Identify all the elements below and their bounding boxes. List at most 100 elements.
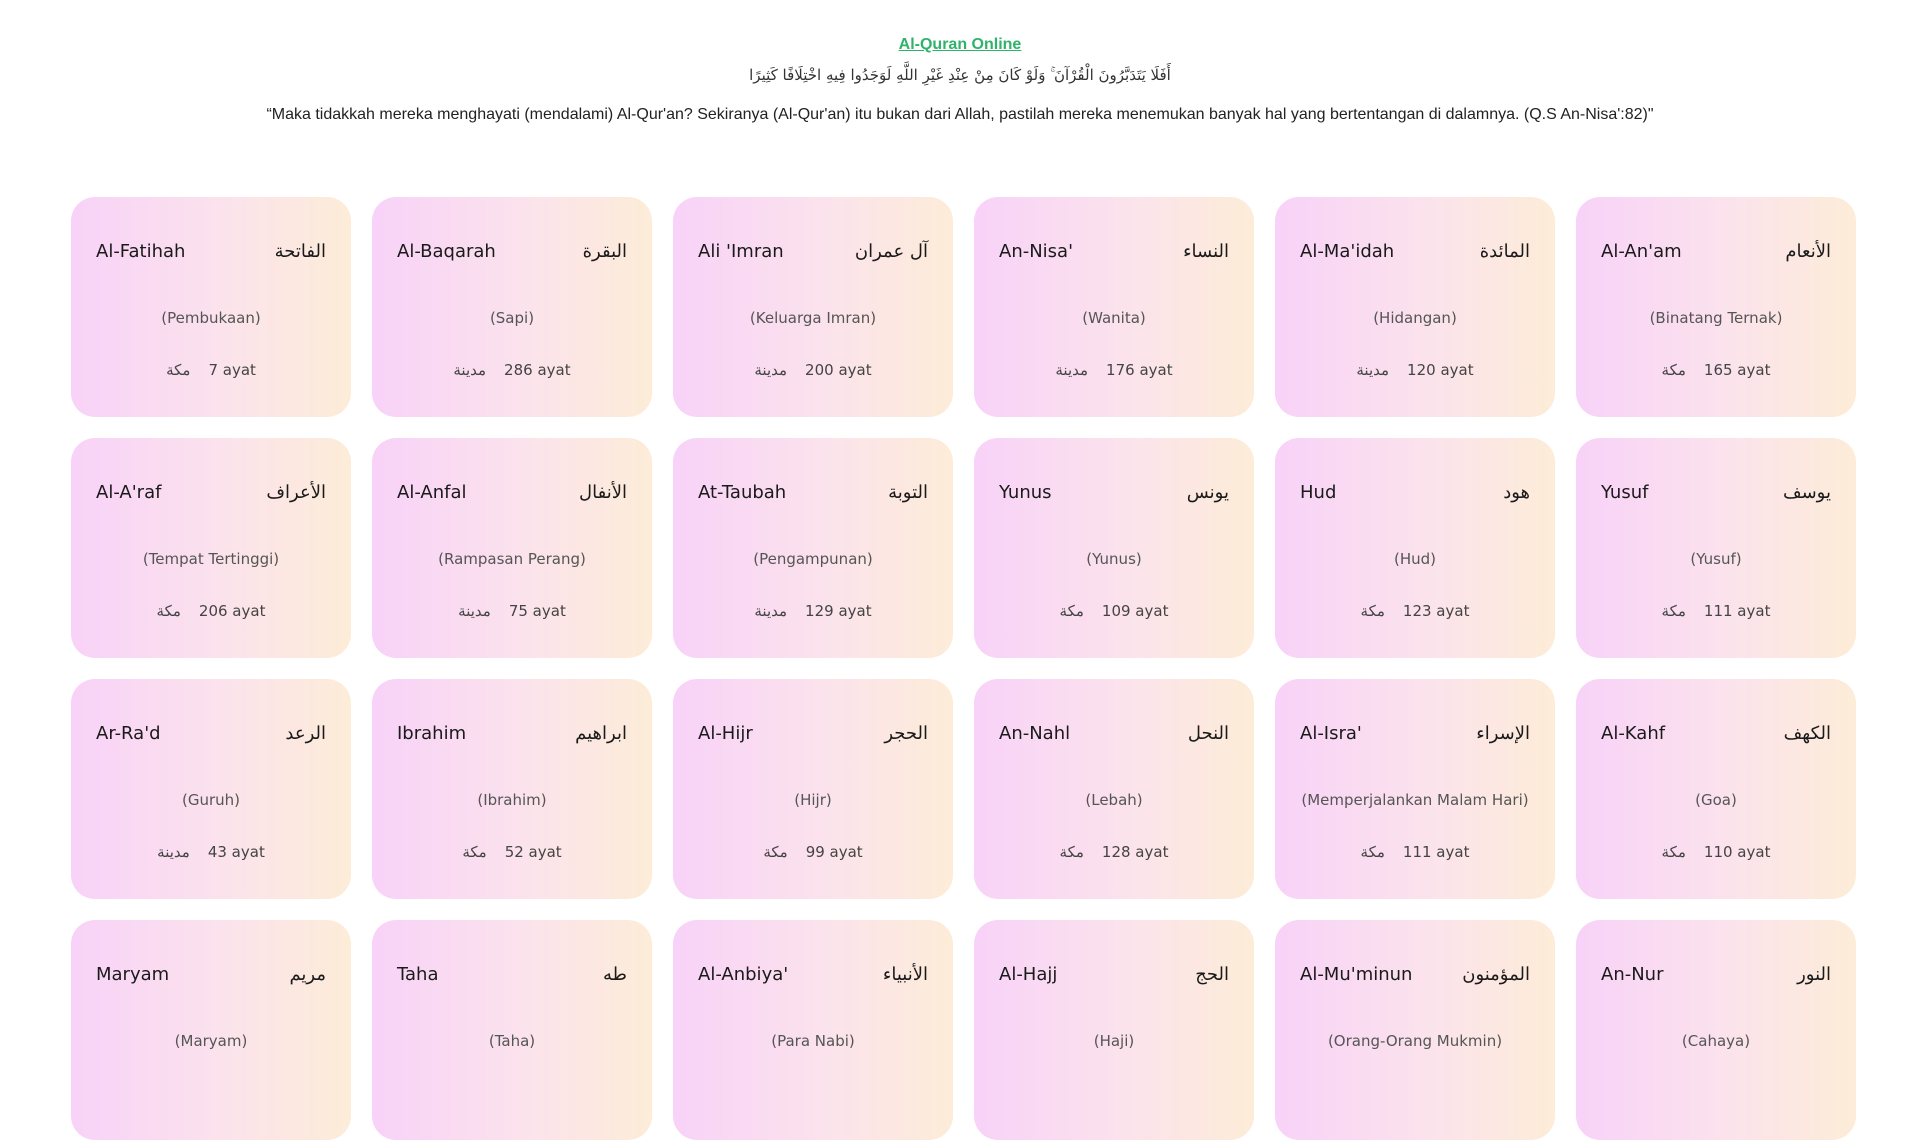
ayat-count: 129 ayat [805, 602, 872, 620]
surah-arabic-name: النور [1797, 964, 1831, 985]
surah-card-header: Yusuf يوسف [1601, 482, 1831, 503]
surah-card[interactable]: Al-Isra' الإسراء (Memperjalankan Malam Har… [1275, 679, 1555, 899]
surah-card[interactable]: Ibrahim ابراهيم (Ibrahim) مكة 52 ayat [372, 679, 652, 899]
surah-latin-name: Al-An'am [1601, 241, 1682, 262]
revelation-place: مكة [1360, 843, 1385, 861]
site-title-link[interactable]: Al-Quran Online [0, 36, 1920, 54]
surah-latin-name: Al-Anfal [397, 482, 467, 503]
surah-card[interactable]: Al-Hajj الحج (Haji) [974, 920, 1254, 1140]
surah-card-header: Al-Kahf الكهف [1601, 723, 1831, 744]
revelation-place: مدينة [1055, 361, 1089, 379]
surah-meta: مكة 52 ayat [372, 843, 652, 861]
ayat-count: 200 ayat [805, 361, 872, 379]
surah-meaning: (Taha) [488, 1032, 536, 1050]
revelation-place: مدينة [453, 361, 487, 379]
surah-meaning: (Lebah) [1085, 791, 1143, 809]
ayat-count: 111 ayat [1703, 602, 1771, 620]
surah-meaning: (Yunus) [1086, 550, 1142, 568]
surah-card-header: Al-Fatihah الفاتحة [96, 241, 326, 262]
surah-latin-name: An-Nur [1601, 964, 1664, 985]
surah-meaning: (Hijr) [794, 791, 832, 809]
surah-card[interactable]: An-Nur النور (Cahaya) [1576, 920, 1856, 1140]
surah-grid: Al-Fatihah الفاتحة (Pembukaan) مكة 7 ayat Al-… [71, 197, 1856, 1140]
surah-arabic-name: المائدة [1479, 241, 1530, 262]
surah-card-header: Hud هود [1300, 482, 1530, 503]
surah-latin-name: Ibrahim [397, 723, 467, 744]
surah-card-header: Al-A'raf الأعراف [96, 482, 326, 503]
surah-meaning: (Binatang Ternak) [1649, 309, 1783, 327]
surah-meaning: (Keluarga Imran) [749, 309, 877, 327]
surah-meta: مدينة 75 ayat [372, 602, 652, 620]
surah-arabic-name: طه [603, 964, 627, 985]
surah-latin-name: An-Nisa' [999, 241, 1074, 262]
revelation-place: مدينة [458, 602, 491, 620]
surah-latin-name: Al-Ma'idah [1300, 241, 1395, 262]
surah-card[interactable]: Al-Anbiya' الأنبياء (Para Nabi) [673, 920, 953, 1140]
surah-meta: مدينة 120 ayat [1275, 361, 1555, 379]
revelation-place: مكة [156, 602, 181, 620]
revelation-place: مكة [462, 843, 487, 861]
surah-card[interactable]: Ar-Ra'd الرعد (Guruh) مدينة 43 ayat [71, 679, 351, 899]
surah-card[interactable]: Al-Ma'idah المائدة (Hidangan) مدينة 120 ayat [1275, 197, 1555, 417]
surah-card-header: Ar-Ra'd الرعد [96, 723, 326, 744]
surah-arabic-name: الحج [1195, 964, 1229, 985]
surah-meta: مكة 110 ayat [1576, 843, 1856, 861]
ayat-count: 75 ayat [508, 602, 566, 620]
surah-card[interactable]: Al-Kahf الكهف (Goa) مكة 110 ayat [1576, 679, 1856, 899]
surah-card[interactable]: Al-A'raf الأعراف (Tempat Tertinggi) مكة 206 … [71, 438, 351, 658]
revelation-place: مكة [763, 843, 788, 861]
surah-meaning: (Tempat Tertinggi) [142, 550, 280, 568]
surah-card-header: Al-Isra' الإسراء [1300, 723, 1530, 744]
surah-card[interactable]: An-Nisa' النساء (Wanita) مدينة 176 ayat [974, 197, 1254, 417]
surah-meta: مكة 128 ayat [974, 843, 1254, 861]
surah-card[interactable]: Yusuf يوسف (Yusuf) مكة 111 ayat [1576, 438, 1856, 658]
ayat-count: 176 ayat [1106, 361, 1173, 379]
surah-meaning: (Haji) [1093, 1032, 1135, 1050]
surah-arabic-name: التوبة [888, 482, 928, 503]
surah-card-header: Yunus يونس [999, 482, 1229, 503]
surah-meta: مكة 111 ayat [1275, 843, 1555, 861]
surah-card[interactable]: Maryam مريم (Maryam) [71, 920, 351, 1140]
surah-card-header: Ibrahim ابراهيم [397, 723, 627, 744]
surah-meta: مكة 111 ayat [1576, 602, 1856, 620]
surah-meaning: (Sapi) [489, 309, 535, 327]
surah-card[interactable]: Al-Hijr الحجر (Hijr) مكة 99 ayat [673, 679, 953, 899]
surah-card-header: An-Nahl النحل [999, 723, 1229, 744]
surah-arabic-name: ابراهيم [575, 723, 627, 744]
surah-arabic-name: يونس [1186, 482, 1229, 503]
surah-card[interactable]: Hud هود (Hud) مكة 123 ayat [1275, 438, 1555, 658]
revelation-place: مدينة [754, 361, 788, 379]
surah-meta: مكة 165 ayat [1576, 361, 1856, 379]
surah-card[interactable]: Al-Anfal الأنفال (Rampasan Perang) مدينة 75 … [372, 438, 652, 658]
surah-card[interactable]: Yunus يونس (Yunus) مكة 109 ayat [974, 438, 1254, 658]
surah-card-header: Al-Baqarah البقرة [397, 241, 627, 262]
surah-arabic-name: النساء [1183, 241, 1229, 262]
surah-meta: مكة 109 ayat [974, 602, 1254, 620]
surah-card[interactable]: Al-Mu'minun المؤمنون (Orang-Orang Mukmin) [1275, 920, 1555, 1140]
surah-latin-name: Ar-Ra'd [96, 723, 161, 744]
ayat-count: 123 ayat [1402, 602, 1470, 620]
surah-card[interactable]: Taha طه (Taha) [372, 920, 652, 1140]
surah-card[interactable]: Al-Baqarah البقرة (Sapi) مدينة 286 ayat [372, 197, 652, 417]
surah-meaning: (Memperjalankan Malam Hari) [1301, 791, 1529, 809]
ayat-count: 111 ayat [1402, 843, 1470, 861]
surah-card[interactable]: Ali 'Imran آل عمران (Keluarga Imran) مدينة 2… [673, 197, 953, 417]
surah-meta: مكة 123 ayat [1275, 602, 1555, 620]
ayat-count: 165 ayat [1703, 361, 1771, 379]
surah-card-header: Al-Mu'minun المؤمنون [1300, 964, 1530, 985]
revelation-place: مكة [1661, 602, 1686, 620]
surah-card[interactable]: At-Taubah التوبة (Pengampunan) مدينة 129 aya… [673, 438, 953, 658]
surah-card-header: Maryam مريم [96, 964, 326, 985]
surah-card[interactable]: An-Nahl النحل (Lebah) مكة 128 ayat [974, 679, 1254, 899]
surah-card[interactable]: Al-Fatihah الفاتحة (Pembukaan) مكة 7 ayat [71, 197, 351, 417]
surah-latin-name: Maryam [96, 964, 170, 985]
verse-translation: “Maka tidakkah mereka menghayati (mendal… [266, 106, 1654, 123]
ayat-count: 52 ayat [504, 843, 562, 861]
surah-latin-name: Al-Anbiya' [698, 964, 789, 985]
surah-card-header: Al-Hajj الحج [999, 964, 1229, 985]
surah-card[interactable]: Al-An'am الأنعام (Binatang Ternak) مكة 165 a… [1576, 197, 1856, 417]
surah-meta: مكة 99 ayat [673, 843, 953, 861]
surah-latin-name: Al-Fatihah [96, 241, 186, 262]
surah-meta: مكة 7 ayat [71, 361, 351, 379]
ayat-count: 43 ayat [207, 843, 265, 861]
